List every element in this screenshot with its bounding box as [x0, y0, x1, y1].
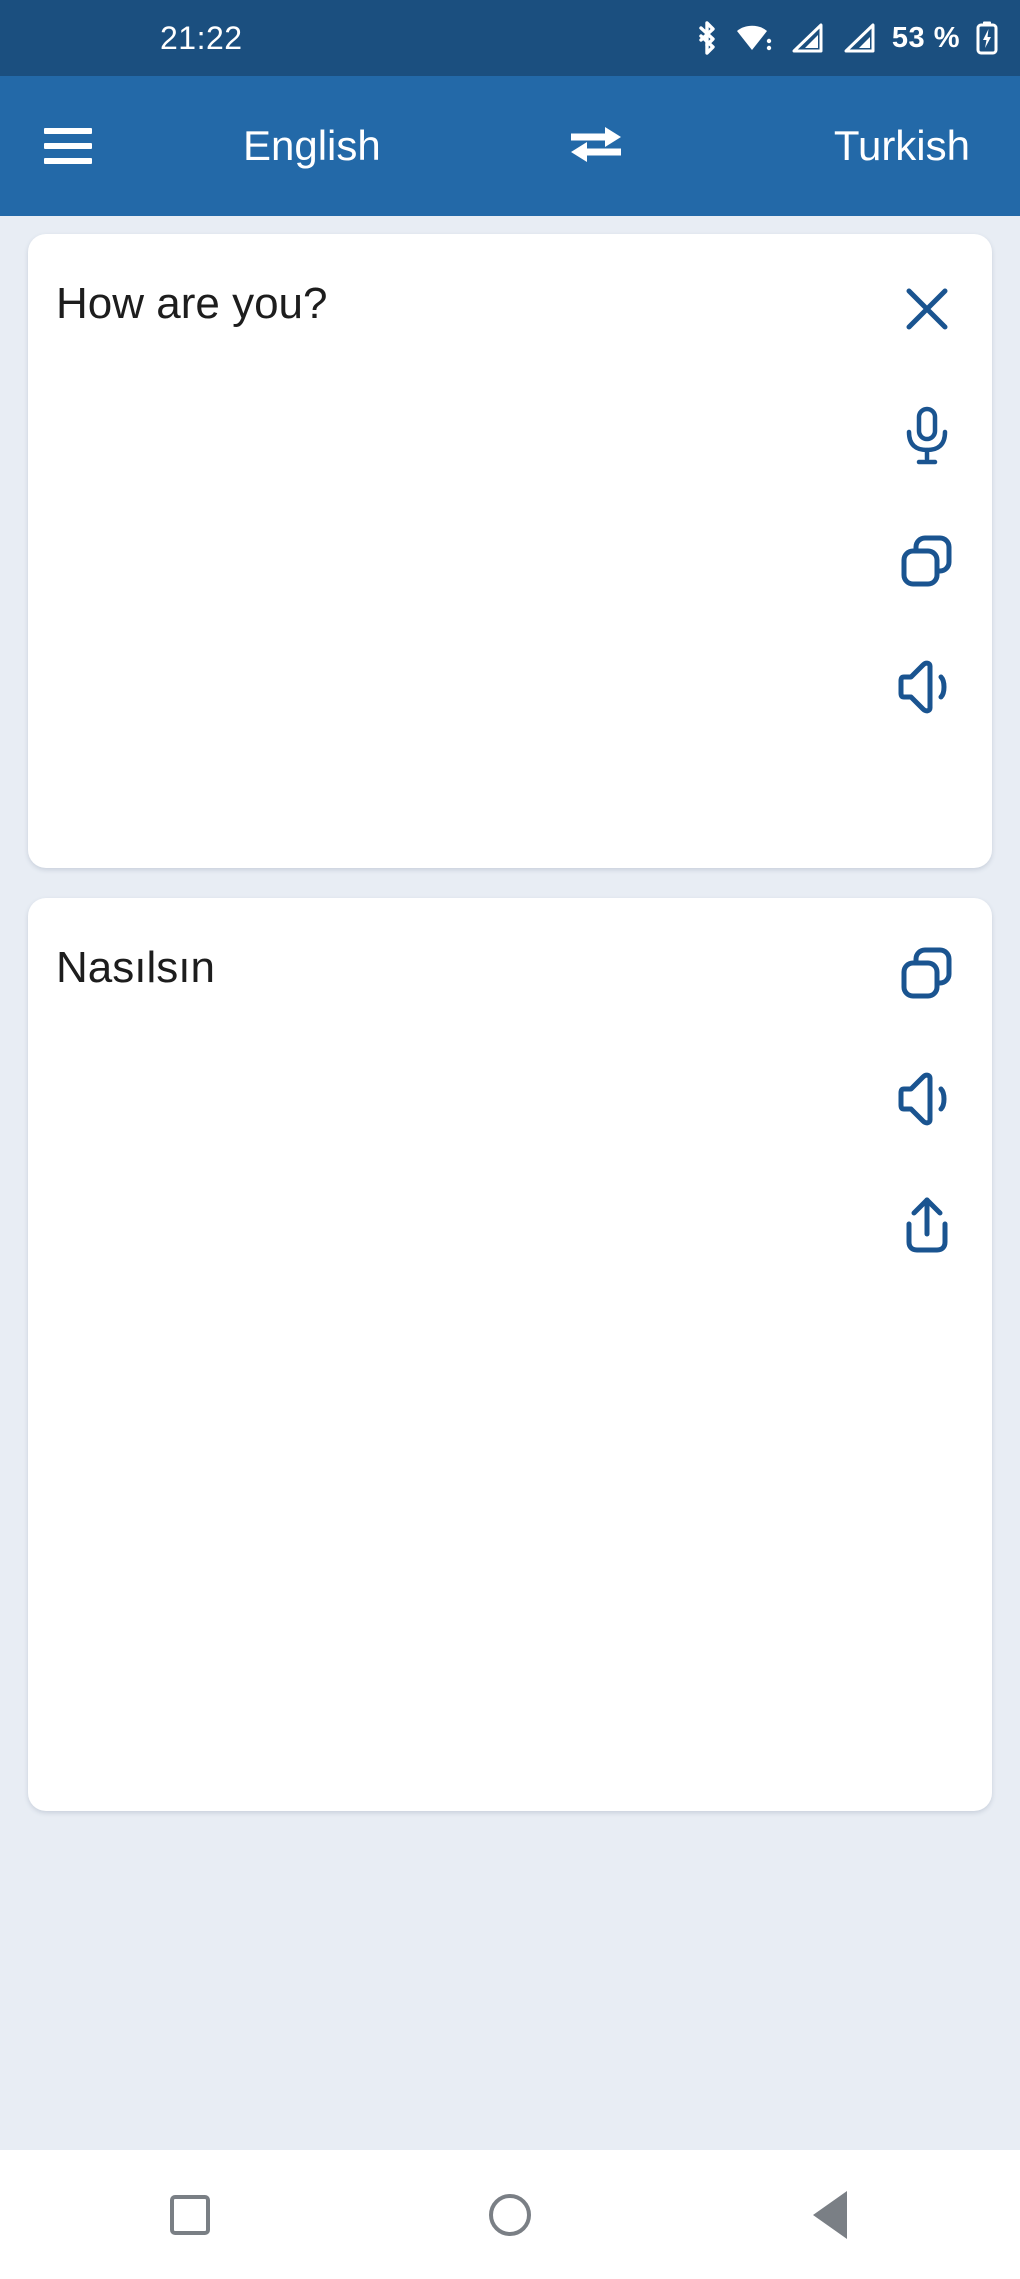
clear-button[interactable]	[884, 266, 970, 352]
hamburger-menu-icon	[44, 119, 92, 173]
microphone-button[interactable]	[884, 392, 970, 478]
circle-icon	[489, 2193, 531, 2236]
copy-button[interactable]	[884, 930, 970, 1016]
source-text-input[interactable]: How are you?	[28, 260, 862, 868]
translated-text[interactable]: Nasılsın	[28, 924, 862, 1811]
menu-button[interactable]	[26, 104, 110, 188]
source-card-actions	[862, 260, 992, 868]
home-button[interactable]	[460, 2165, 560, 2265]
status-bar: 21:22 53 %	[0, 0, 1020, 76]
signal-sim1-icon	[788, 19, 826, 57]
status-bar-icons: 53 %	[694, 19, 1000, 57]
speaker-icon	[896, 658, 958, 716]
speaker-button[interactable]	[884, 644, 970, 730]
battery-charging-icon	[974, 19, 1000, 57]
swap-languages-button[interactable]	[560, 110, 632, 182]
source-language-selector[interactable]: English	[243, 122, 381, 170]
app-bar: English Turkish	[0, 76, 1020, 216]
target-text-card: Nasılsın	[28, 898, 992, 1811]
share-button[interactable]	[884, 1182, 970, 1268]
recents-button[interactable]	[140, 2165, 240, 2265]
speaker-icon	[896, 1070, 958, 1128]
target-language-selector[interactable]: Turkish	[834, 122, 970, 170]
copy-icon	[896, 942, 958, 1004]
square-icon	[170, 2194, 210, 2235]
microphone-icon	[898, 404, 956, 466]
copy-icon	[896, 530, 958, 592]
bluetooth-icon	[694, 19, 720, 57]
target-card-actions	[862, 924, 992, 1811]
translator-app-screen: 21:22 53 % English Turkish How are you? …	[0, 0, 1020, 2279]
share-icon	[898, 1194, 956, 1256]
status-bar-clock: 21:22	[160, 19, 243, 56]
translation-content: How are you? Nasılsın	[0, 216, 1020, 2150]
battery-percent-label: 53 %	[891, 21, 960, 54]
triangle-left-icon	[813, 2190, 847, 2239]
source-text-card: How are you?	[28, 234, 992, 868]
close-x-icon	[897, 279, 957, 339]
wifi-icon	[734, 19, 774, 57]
copy-button[interactable]	[884, 518, 970, 604]
speaker-button[interactable]	[884, 1056, 970, 1142]
swap-languages-icon	[565, 119, 627, 174]
android-navigation-bar	[0, 2150, 1020, 2279]
back-button[interactable]	[780, 2165, 880, 2265]
signal-sim2-icon	[840, 19, 878, 57]
